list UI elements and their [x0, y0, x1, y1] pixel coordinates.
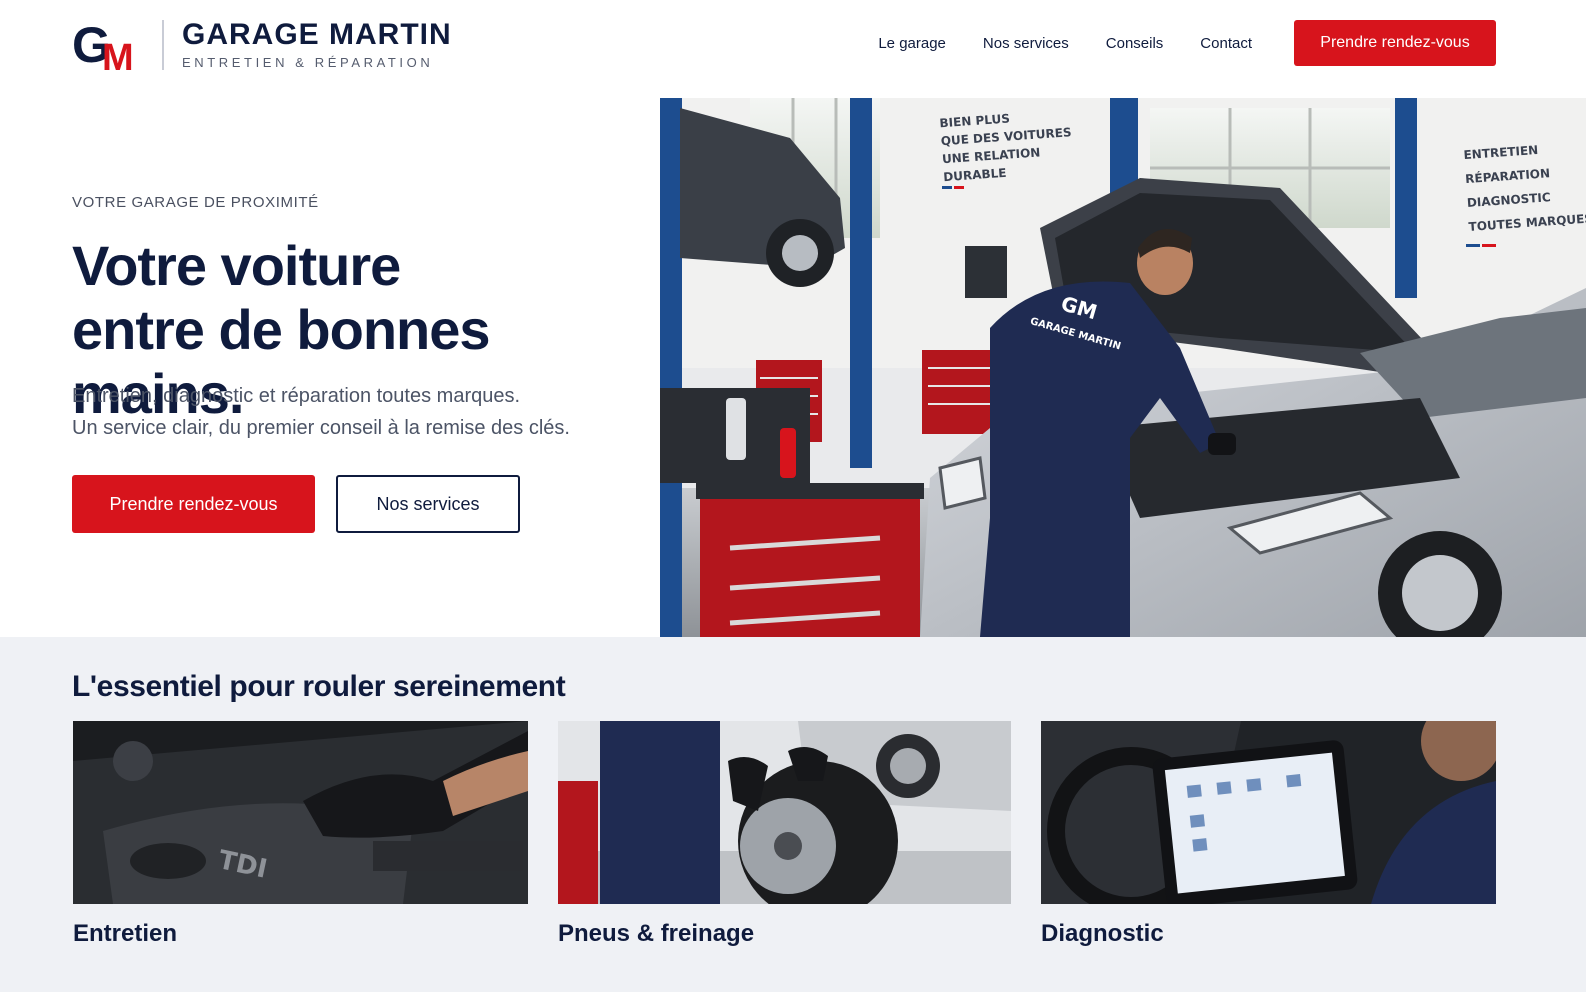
nav-nos-services[interactable]: Nos services: [983, 35, 1069, 52]
diagnostic-photo: [1041, 721, 1496, 904]
gm-logo-mark: G M: [72, 17, 144, 79]
brand-logo[interactable]: G M GARAGE MARTIN ENTRETIEN & RÉPARATION: [72, 17, 452, 79]
hero-mechanic-photo: BIEN PLUS QUE DES VOITURES UNE RELATION …: [660, 98, 1586, 637]
nav-conseils[interactable]: Conseils: [1106, 35, 1164, 52]
services-title: L'essentiel pour rouler sereinement: [72, 670, 566, 703]
nav-le-garage[interactable]: Le garage: [878, 35, 946, 52]
hero-eyebrow: VOTRE GARAGE DE PROXIMITÉ: [72, 194, 319, 211]
services-section: L'essentiel pour rouler sereinement TDI …: [0, 637, 1586, 992]
header-appointment-button[interactable]: Prendre rendez-vous: [1294, 20, 1496, 66]
hero-appointment-button[interactable]: Prendre rendez-vous: [72, 475, 315, 533]
service-card-title: Diagnostic: [1041, 920, 1164, 947]
nav-contact[interactable]: Contact: [1200, 35, 1252, 52]
logo-divider: [162, 20, 164, 70]
entretien-photo: TDI: [73, 721, 528, 904]
hero-description-line1: Entretien, diagnostic et réparation tout…: [72, 385, 521, 407]
svg-text:M: M: [102, 37, 134, 72]
hero-services-button[interactable]: Nos services: [336, 475, 520, 533]
service-card-diagnostic[interactable]: Diagnostic: [1041, 721, 1496, 948]
main-nav: Le garage Nos services Conseils Contact …: [841, 0, 1496, 86]
hero-section: VOTRE GARAGE DE PROXIMITÉ Votre voiture …: [0, 98, 1586, 637]
brand-tagline: ENTRETIEN & RÉPARATION: [182, 55, 434, 70]
pneus-photo: [558, 721, 1011, 904]
brand-name: GARAGE MARTIN: [182, 18, 452, 51]
hero-headline-line1: Votre voiture: [72, 234, 401, 297]
service-card-entretien[interactable]: TDI Entretien: [73, 721, 528, 948]
service-card-title: Entretien: [73, 920, 178, 947]
site-header: G M GARAGE MARTIN ENTRETIEN & RÉPARATION…: [0, 0, 1586, 98]
service-card-title: Pneus & freinage: [558, 920, 755, 947]
service-card-pneus[interactable]: Pneus & freinage: [558, 721, 1011, 948]
hero-description: Entretien, diagnostic et réparation tout…: [72, 380, 570, 444]
hero-description-line2: Un service clair, du premier conseil à l…: [72, 417, 570, 439]
